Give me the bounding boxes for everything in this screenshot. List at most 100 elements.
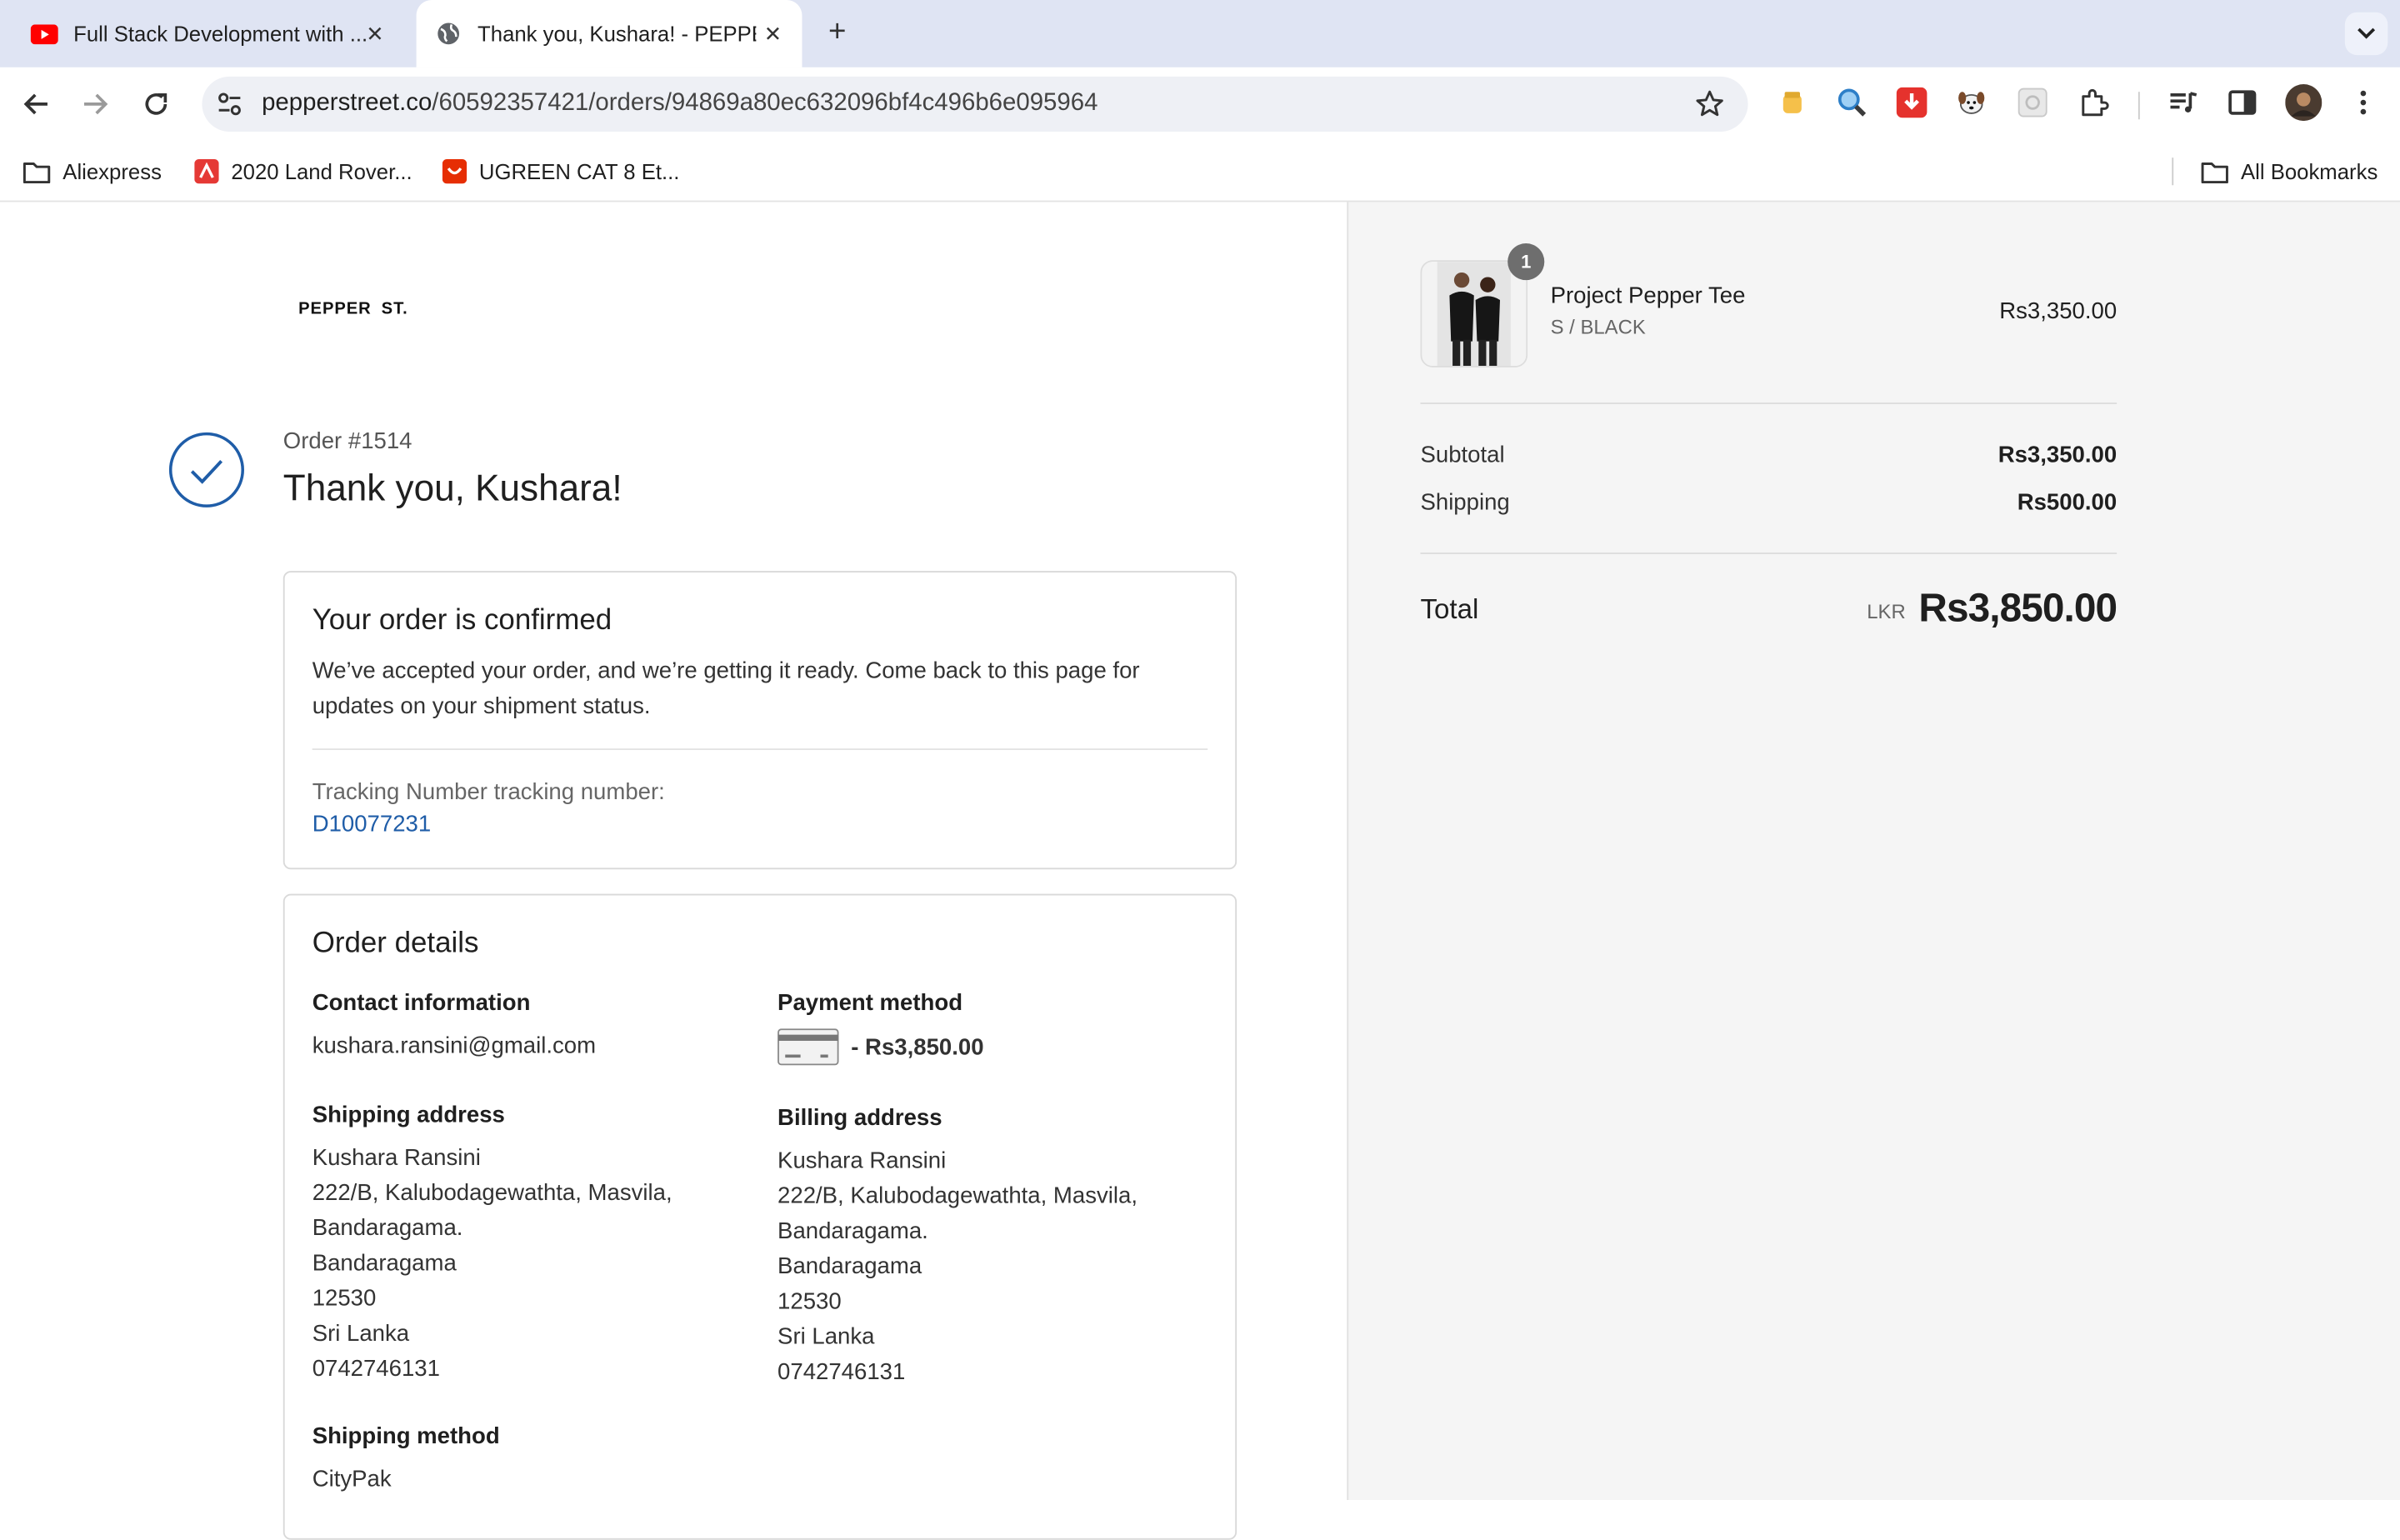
billing-address-label: Billing address (778, 1105, 942, 1132)
forward-button[interactable] (73, 82, 116, 125)
bookmark-aliexpress[interactable]: Aliexpress (22, 156, 162, 187)
tracking-label: Tracking Number tracking number: (312, 778, 665, 806)
arrow-right-icon (84, 93, 108, 115)
payment-amount: - Rs3,850.00 (851, 1033, 984, 1060)
bookmark-ugreen[interactable]: UGREEN CAT 8 Et... (442, 156, 680, 187)
more-menu-icon[interactable] (2347, 86, 2380, 119)
order-status-panel: PEPPER ST. Order #1514 Thank you, Kushar… (0, 202, 1348, 1540)
folder-icon (22, 160, 51, 183)
bookmarks-bar: Aliexpress 2020 Land Rover... UGREEN CAT… (0, 140, 2400, 202)
media-control-icon[interactable] (2166, 86, 2199, 119)
bookmark-land-rover[interactable]: 2020 Land Rover... (194, 156, 412, 187)
chevron-down-icon (2358, 28, 2376, 39)
order-number: Order #1514 (282, 428, 412, 455)
contact-email: kushara.ransini@gmail.com (312, 1032, 597, 1060)
shipping-label: Shipping (1420, 489, 1510, 516)
all-bookmarks-label: All Bookmarks (2240, 159, 2378, 184)
land-rover-icon (194, 159, 219, 184)
product-thumbnail (1420, 260, 1528, 368)
bookmark-label: UGREEN CAT 8 Et... (478, 159, 680, 184)
shipping-method-label: Shipping method (312, 1423, 500, 1450)
address-line: Sri Lanka (312, 1321, 410, 1348)
dog-extension-icon[interactable] (1955, 86, 1988, 119)
url-text[interactable]: pepperstreet.co/60592357421/orders/94869… (262, 90, 1098, 118)
url-path: /60592357421/orders/94869a80ec632096bf4c… (432, 90, 1098, 117)
tab-title: Full Stack Development with ... (73, 21, 368, 47)
address-bar[interactable]: pepperstreet.co/60592357421/orders/94869… (202, 76, 1748, 132)
divider (1420, 552, 2118, 554)
billing-address: Billing address Kushara Ransini 222/B, K… (778, 1105, 1222, 1390)
product-name: Project Pepper Tee (1550, 282, 1746, 310)
address-line: 222/B, Kalubodagewathta, Masvila, (312, 1180, 672, 1207)
divider (1420, 402, 2118, 404)
puzzle-box-extension-icon[interactable] (2016, 86, 2049, 119)
reload-icon (145, 93, 168, 115)
shipping-address: Shipping address Kushara Ransini 222/B, … (312, 1102, 757, 1387)
bookmark-label: Aliexpress (62, 159, 162, 184)
search-extension-icon[interactable] (1835, 86, 1868, 119)
browser-toolbar: pepperstreet.co/60592357421/orders/94869… (0, 67, 2400, 141)
shipping-address-label: Shipping address (312, 1102, 505, 1128)
address-line: Bandaragama (778, 1253, 922, 1280)
arrow-left-icon (23, 93, 48, 115)
tab-strip: Full Stack Development with ... ✕ Thank … (0, 0, 2400, 68)
address-line: 0742746131 (312, 1356, 440, 1382)
all-bookmarks[interactable]: All Bookmarks (2201, 156, 2378, 187)
tab-active[interactable]: Thank you, Kushara! - PEPPER ST. ✕ (416, 0, 802, 68)
tab-search-button[interactable] (2344, 12, 2388, 56)
bookmark-star-icon[interactable] (1694, 89, 1725, 128)
subtotal-value: Rs3,350.00 (1998, 442, 2118, 469)
tracking-number-link[interactable]: D10077231 (312, 811, 431, 837)
side-panel-icon[interactable] (2226, 86, 2259, 119)
address-line: Bandaragama. (312, 1215, 463, 1242)
product-image (1422, 262, 1527, 366)
check-circle-icon (168, 432, 244, 508)
quantity-badge: 1 (1508, 243, 1545, 281)
globe-icon (435, 20, 462, 48)
address-line: Kushara Ransini (312, 1144, 481, 1172)
address-line: 0742746131 (778, 1359, 906, 1386)
product-price: Rs3,350.00 (1999, 298, 2118, 325)
card-title: Order details (312, 928, 479, 960)
address-line: Bandaragama (312, 1250, 457, 1277)
address-line: 222/B, Kalubodagewathta, Masvila, (778, 1182, 1138, 1210)
product-variant: S / BLACK (1550, 315, 1646, 338)
url-domain: pepperstreet.co (262, 90, 432, 117)
shipping-value: Rs500.00 (2017, 489, 2118, 516)
address-line: Kushara Ransini (778, 1148, 947, 1174)
subtotal-label: Subtotal (1420, 442, 1505, 469)
contact-information: Contact information kushara.ransini@gmai… (312, 990, 757, 1063)
credit-card-icon (778, 1028, 839, 1066)
tab-youtube[interactable]: Full Stack Development with ... ✕ (12, 0, 404, 68)
order-confirmed-card: Your order is confirmed We’ve accepted y… (282, 571, 1238, 870)
card-title: Your order is confirmed (312, 604, 612, 638)
bookmarks-divider (2172, 158, 2174, 186)
tab-title: Thank you, Kushara! - PEPPER ST. (478, 21, 756, 47)
store-logo[interactable]: PEPPER ST. (298, 300, 408, 318)
honey-extension-icon[interactable] (1776, 86, 1809, 119)
address-line: Bandaragama. (778, 1218, 928, 1245)
site-settings-icon[interactable] (216, 90, 243, 125)
youtube-icon (30, 20, 58, 48)
divider (312, 748, 1208, 750)
close-tab-icon[interactable]: ✕ (361, 20, 388, 48)
folder-icon (2201, 160, 2228, 183)
address-line: Sri Lanka (778, 1323, 875, 1350)
new-tab-button[interactable]: + (820, 15, 853, 48)
close-tab-icon[interactable]: ✕ (759, 20, 787, 48)
address-line: 12530 (312, 1285, 377, 1312)
address-line: 12530 (778, 1288, 842, 1315)
total-value: Rs3,850.00 (1918, 584, 2118, 631)
back-button[interactable] (15, 82, 58, 125)
download-extension-icon[interactable] (1895, 86, 1928, 119)
currency-code: LKR (1867, 600, 1906, 623)
order-summary-panel (1347, 202, 2400, 1500)
confirmation-text: We’ve accepted your order, and we’re get… (312, 658, 1140, 720)
contact-label: Contact information (312, 990, 531, 1017)
profile-avatar[interactable] (2285, 84, 2322, 122)
reload-button[interactable] (135, 82, 178, 125)
payment-label: Payment method (778, 990, 963, 1017)
shipping-method: Shipping method CityPak (312, 1423, 757, 1497)
total-label: Total (1420, 593, 1479, 625)
extensions-puzzle-icon[interactable] (2077, 86, 2110, 119)
